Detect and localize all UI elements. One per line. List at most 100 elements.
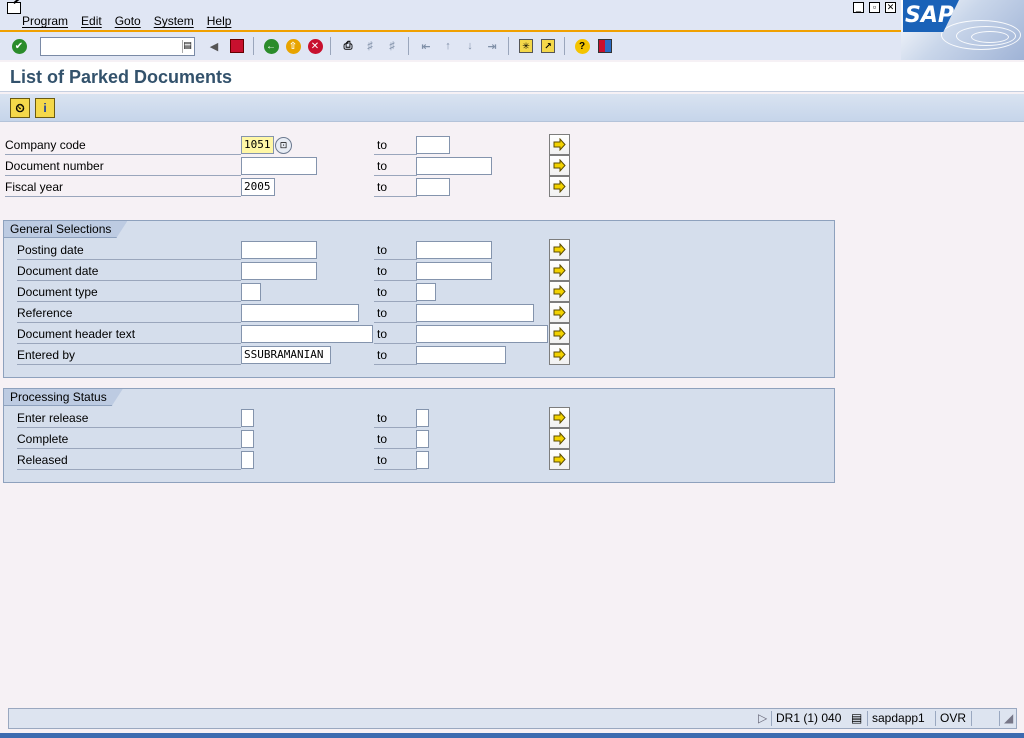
arrow-right-icon — [553, 180, 566, 193]
enter-icon[interactable]: ✔ — [10, 37, 28, 55]
complete-from-input[interactable] — [241, 430, 254, 448]
menu-program[interactable]: Program — [22, 14, 68, 28]
document-number-from-input[interactable] — [241, 157, 317, 175]
posting-date-from-input[interactable] — [241, 241, 317, 259]
create-session-icon[interactable]: ✳ — [517, 37, 535, 55]
complete-to-input[interactable] — [416, 430, 429, 448]
page-title: List of Parked Documents — [10, 67, 233, 87]
arrow-right-icon — [553, 327, 566, 340]
multiple-selection-button[interactable] — [549, 176, 570, 197]
save-icon[interactable] — [228, 37, 246, 55]
bottom-border — [0, 733, 1024, 738]
arrow-right-icon — [553, 306, 566, 319]
menu-list: Program Edit Goto System Help — [22, 14, 231, 28]
multiple-selection-button[interactable] — [549, 260, 570, 281]
fiscal-year-from-input[interactable]: 2005 — [241, 178, 275, 196]
execute-icon[interactable]: ⏲ — [10, 98, 30, 118]
released-to-input[interactable] — [416, 451, 429, 469]
multiple-selection-button[interactable] — [549, 449, 570, 470]
enter-release-row: Enter release to — [0, 407, 1024, 428]
multiple-selection-button[interactable] — [549, 239, 570, 260]
info-icon[interactable]: i — [35, 98, 55, 118]
document-type-label: Document type — [17, 282, 241, 302]
find-icon[interactable]: ♯ — [361, 37, 379, 55]
back-nav-icon[interactable]: ◀ — [205, 37, 223, 55]
dropdown-icon[interactable]: ▤ — [182, 40, 192, 53]
released-row: Released to — [0, 449, 1024, 470]
document-date-row: Document date to — [0, 260, 1024, 281]
shortcut-icon[interactable]: ↗ — [539, 37, 557, 55]
document-number-to-input[interactable] — [416, 157, 492, 175]
minimize-icon[interactable]: _ — [853, 2, 864, 13]
fiscal-year-to-input[interactable] — [416, 178, 450, 196]
enter-release-to-input[interactable] — [416, 409, 429, 427]
to-label: to — [374, 345, 417, 365]
document-date-label: Document date — [17, 261, 241, 281]
document-header-text-to-input[interactable] — [416, 325, 548, 343]
document-header-text-from-input[interactable] — [241, 325, 373, 343]
multiple-selection-button[interactable] — [549, 134, 570, 155]
multiple-selection-button[interactable] — [549, 302, 570, 323]
arrow-right-icon — [553, 159, 566, 172]
menu-goto[interactable]: Goto — [115, 14, 141, 28]
layout-icon[interactable] — [596, 37, 614, 55]
multiple-selection-button[interactable] — [549, 281, 570, 302]
multiple-selection-button[interactable] — [549, 407, 570, 428]
first-page-icon[interactable]: ⇤ — [417, 37, 435, 55]
document-date-from-input[interactable] — [241, 262, 317, 280]
next-page-icon[interactable]: ↓ — [461, 37, 479, 55]
document-date-to-input[interactable] — [416, 262, 492, 280]
exit-icon[interactable]: ⇧ — [284, 37, 302, 55]
document-type-to-input[interactable] — [416, 283, 436, 301]
prev-page-icon[interactable]: ↑ — [439, 37, 457, 55]
system-info-icon[interactable]: ▤ — [847, 711, 862, 726]
arrow-right-icon — [553, 138, 566, 151]
status-empty-cell — [971, 711, 999, 726]
posting-date-label: Posting date — [17, 240, 241, 260]
last-page-icon[interactable]: ⇥ — [483, 37, 501, 55]
help-icon[interactable]: ? — [573, 37, 591, 55]
multiple-selection-button[interactable] — [549, 344, 570, 365]
released-label: Released — [17, 450, 241, 470]
document-header-text-label: Document header text — [17, 324, 241, 344]
entered-by-from-input[interactable]: SSUBRAMANIAN — [241, 346, 331, 364]
document-type-from-input[interactable] — [241, 283, 261, 301]
company-code-to-input[interactable] — [416, 136, 450, 154]
maximize-icon[interactable]: ▫ — [869, 2, 880, 13]
multiple-selection-button[interactable] — [549, 323, 570, 344]
cancel-icon[interactable]: ✕ — [306, 37, 324, 55]
to-label: to — [374, 282, 417, 302]
reference-from-input[interactable] — [241, 304, 359, 322]
to-label: to — [374, 450, 417, 470]
entered-by-to-input[interactable] — [416, 346, 506, 364]
released-from-input[interactable] — [241, 451, 254, 469]
menu-system[interactable]: System — [154, 14, 194, 28]
status-mode[interactable]: OVR — [935, 711, 971, 726]
to-label: to — [374, 240, 417, 260]
to-label: to — [374, 324, 416, 344]
find-next-icon[interactable]: ♯ — [383, 37, 401, 55]
multiple-selection-button[interactable] — [549, 428, 570, 449]
system-menu-icon[interactable] — [7, 2, 21, 14]
to-label: to — [374, 156, 417, 176]
company-code-from-input[interactable]: 1051 — [241, 136, 274, 154]
reference-to-input[interactable] — [416, 304, 534, 322]
close-window-icon[interactable]: ✕ — [885, 2, 896, 13]
back-icon[interactable]: ← — [262, 37, 280, 55]
title-bar: List of Parked Documents — [0, 62, 1024, 92]
fiscal-year-label: Fiscal year — [5, 177, 241, 197]
multiple-selection-button[interactable] — [549, 155, 570, 176]
menu-edit[interactable]: Edit — [81, 14, 102, 28]
possible-entries-icon[interactable]: ⊡ — [275, 137, 292, 154]
status-expand-icon[interactable]: ▷ — [754, 711, 767, 726]
posting-date-to-input[interactable] — [416, 241, 492, 259]
document-number-row: Document number to — [0, 155, 1024, 176]
command-field[interactable]: ▤ — [40, 37, 195, 56]
posting-date-row: Posting date to — [0, 239, 1024, 260]
to-label: to — [374, 177, 417, 197]
enter-release-from-input[interactable] — [241, 409, 254, 427]
print-icon[interactable]: ⎙ — [339, 37, 357, 55]
resize-grip-icon[interactable]: ◢ — [999, 711, 1017, 726]
menu-help[interactable]: Help — [207, 14, 232, 28]
document-type-row: Document type to — [0, 281, 1024, 302]
